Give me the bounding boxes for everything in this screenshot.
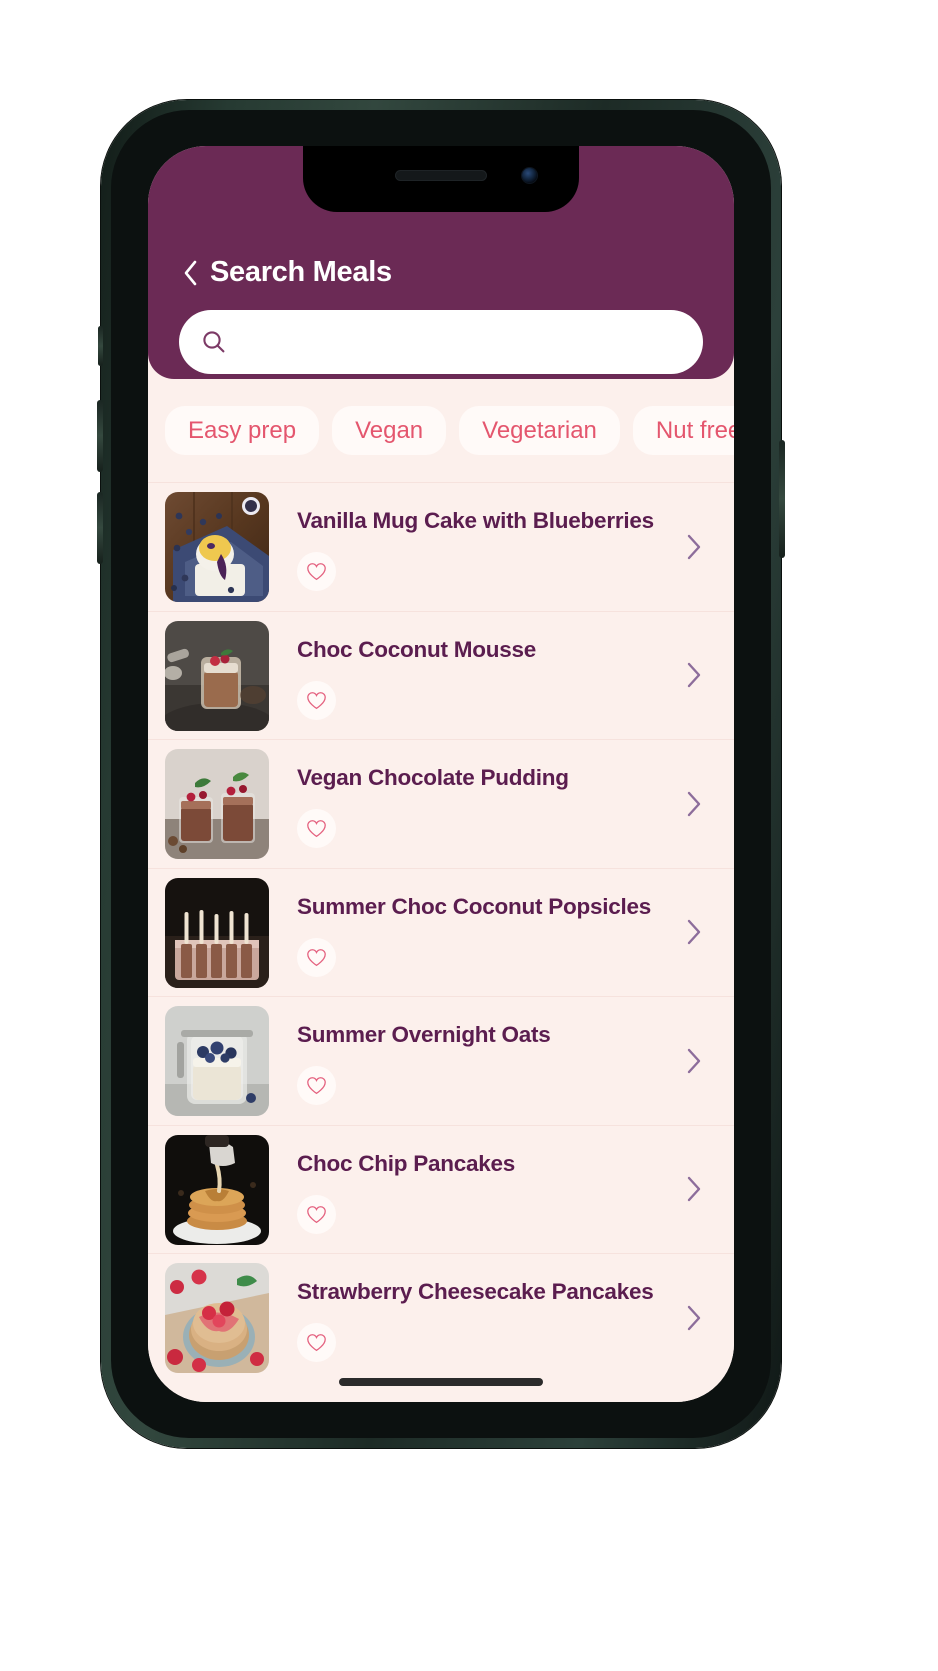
choc-chip-pancakes-photo bbox=[165, 1134, 269, 1245]
meal-thumbnail bbox=[165, 749, 269, 859]
meal-thumbnail bbox=[165, 620, 269, 731]
chevron-right-icon[interactable] bbox=[684, 1046, 704, 1076]
strawberry-cheesecake-pancakes-photo bbox=[165, 1263, 269, 1373]
choc-coconut-popsicles-photo bbox=[165, 877, 269, 988]
meal-title: Choc Chip Pancakes bbox=[297, 1150, 516, 1176]
favorite-button[interactable] bbox=[297, 937, 336, 977]
page-title: Search Meals bbox=[210, 256, 392, 288]
phone-screen: Search Meals Easy prep Vegan Vegetarian … bbox=[148, 146, 734, 1402]
power-button[interactable] bbox=[779, 440, 785, 558]
meal-info: Choc Coconut Mousse bbox=[269, 612, 684, 720]
meal-result-list[interactable]: Vanilla Mug Cake with Blueberries Choc C… bbox=[148, 482, 734, 1402]
meal-list-item[interactable]: Summer Overnight Oats bbox=[148, 996, 734, 1125]
chevron-right-icon[interactable] bbox=[684, 1303, 704, 1333]
meal-title: Vegan Chocolate Pudding bbox=[297, 765, 569, 790]
favorite-button[interactable] bbox=[297, 680, 336, 720]
heart-outline-icon bbox=[307, 691, 326, 709]
summer-overnight-oats-photo bbox=[165, 1006, 269, 1116]
meal-thumbnail bbox=[165, 877, 269, 988]
choc-coconut-mousse-photo bbox=[165, 620, 269, 731]
chevron-right-icon[interactable] bbox=[684, 789, 704, 819]
meal-title: Summer Choc Coconut Popsicles bbox=[297, 893, 652, 919]
favorite-button[interactable] bbox=[297, 1194, 336, 1234]
home-indicator[interactable] bbox=[339, 1378, 543, 1386]
meal-info: Summer Choc Coconut Popsicles bbox=[269, 869, 684, 977]
meal-list-item[interactable]: Choc Coconut Mousse bbox=[148, 610, 734, 740]
search-bar[interactable] bbox=[179, 310, 703, 374]
heart-outline-icon bbox=[307, 1334, 326, 1352]
meal-list-item[interactable]: Choc Chip Pancakes bbox=[148, 1124, 734, 1254]
filter-chip-nut-free[interactable]: Nut free bbox=[632, 405, 734, 456]
favorite-button[interactable] bbox=[297, 552, 336, 591]
meal-list-item[interactable]: Strawberry Cheesecake Pancakes bbox=[148, 1253, 734, 1382]
meal-info: Summer Overnight Oats bbox=[269, 997, 684, 1105]
meal-list-item[interactable]: Summer Choc Coconut Popsicles bbox=[148, 867, 734, 997]
vanilla-mug-cake-photo bbox=[165, 492, 269, 602]
heart-outline-icon bbox=[307, 1077, 326, 1095]
vegan-chocolate-pudding-photo bbox=[165, 749, 269, 859]
meal-title: Vanilla Mug Cake with Blueberries bbox=[297, 508, 654, 533]
heart-outline-icon bbox=[307, 820, 326, 838]
meal-list-item[interactable]: Vanilla Mug Cake with Blueberries bbox=[148, 482, 734, 611]
earpiece-speaker-icon bbox=[395, 170, 487, 181]
meal-list-item[interactable]: Vegan Chocolate Pudding bbox=[148, 739, 734, 868]
search-input[interactable] bbox=[241, 330, 681, 354]
filter-chip-vegan[interactable]: Vegan bbox=[332, 405, 447, 456]
chevron-left-icon[interactable] bbox=[179, 258, 201, 288]
search-icon bbox=[203, 331, 225, 353]
meal-title: Strawberry Cheesecake Pancakes bbox=[297, 1279, 654, 1304]
heart-outline-icon bbox=[307, 948, 326, 966]
phone-device-frame: Search Meals Easy prep Vegan Vegetarian … bbox=[97, 100, 785, 1448]
heart-outline-icon bbox=[307, 1205, 326, 1223]
silence-switch[interactable] bbox=[98, 326, 103, 366]
front-camera-icon bbox=[522, 168, 537, 183]
chevron-right-icon[interactable] bbox=[684, 660, 704, 690]
meal-info: Vegan Chocolate Pudding bbox=[269, 740, 684, 848]
meal-thumbnail bbox=[165, 1134, 269, 1245]
meal-thumbnail bbox=[165, 1263, 269, 1373]
favorite-button[interactable] bbox=[297, 1323, 336, 1362]
chevron-right-icon[interactable] bbox=[684, 917, 704, 947]
meal-info: Strawberry Cheesecake Pancakes bbox=[269, 1254, 684, 1362]
chevron-right-icon[interactable] bbox=[684, 1174, 704, 1204]
filter-chip-list[interactable]: Easy prep Vegan Vegetarian Nut free bbox=[148, 379, 734, 482]
device-notch bbox=[303, 146, 579, 212]
meal-info: Vanilla Mug Cake with Blueberries bbox=[269, 483, 684, 591]
meal-thumbnail bbox=[165, 1006, 269, 1116]
favorite-button[interactable] bbox=[297, 1066, 336, 1105]
header-bar: Search Meals bbox=[179, 256, 392, 289]
filter-chip-vegetarian[interactable]: Vegetarian bbox=[459, 405, 620, 456]
meal-thumbnail bbox=[165, 492, 269, 602]
favorite-button[interactable] bbox=[297, 809, 336, 848]
volume-down-button[interactable] bbox=[97, 492, 103, 564]
heart-outline-icon bbox=[307, 563, 326, 581]
chevron-right-icon[interactable] bbox=[684, 532, 704, 562]
filter-chip-easy-prep[interactable]: Easy prep bbox=[165, 405, 320, 456]
meal-title: Summer Overnight Oats bbox=[297, 1022, 551, 1047]
volume-up-button[interactable] bbox=[97, 400, 103, 472]
meal-title: Choc Coconut Mousse bbox=[297, 636, 537, 662]
meal-info: Choc Chip Pancakes bbox=[269, 1126, 684, 1234]
